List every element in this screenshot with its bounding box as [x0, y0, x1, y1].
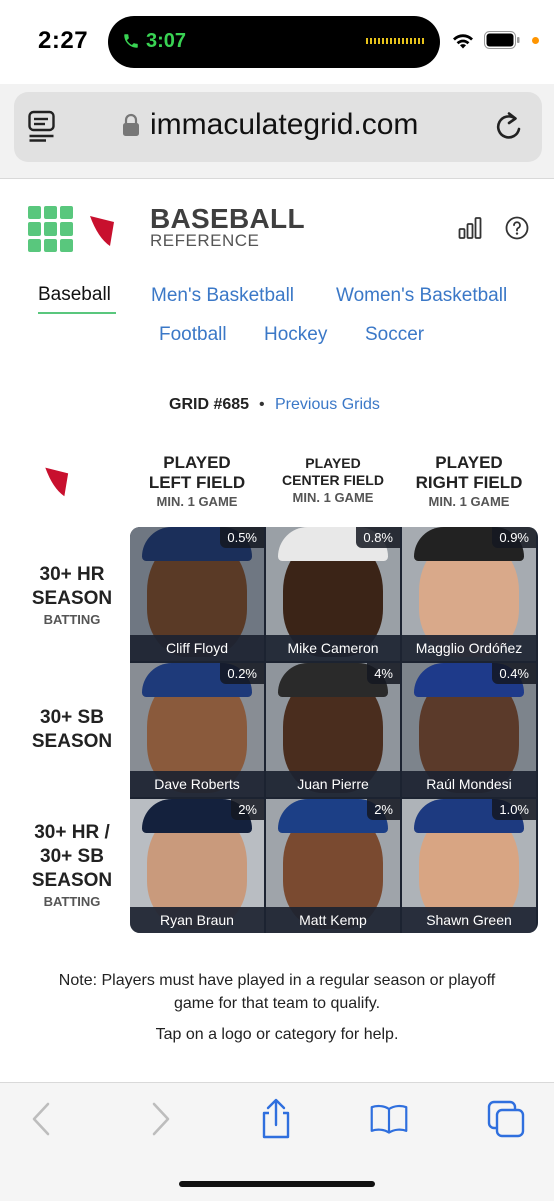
row-header-sub: BATTING	[43, 612, 101, 627]
player-name: Raúl Mondesi	[402, 771, 536, 797]
column-header-line2: CENTER FIELD	[282, 472, 384, 488]
row-header-line2: SEASON	[31, 588, 113, 609]
tabs-icon[interactable]	[486, 1098, 526, 1140]
player-name: Shawn Green	[402, 907, 536, 933]
tab-womens-basketball[interactable]: Women's Basketball	[336, 285, 507, 307]
row-header-line2: 30+ SB	[40, 846, 104, 867]
grid-cell[interactable]: 0.4% Raúl Mondesi	[402, 663, 536, 797]
grid-cell[interactable]: 0.8% Mike Cameron	[266, 527, 400, 661]
column-header-line2: LEFT FIELD	[148, 473, 246, 492]
share-icon[interactable]	[256, 1098, 296, 1140]
tab-mens-basketball[interactable]: Men's Basketball	[151, 285, 294, 307]
grid-logo-icon[interactable]	[28, 206, 74, 252]
column-header-min: MIN. 1 GAME	[428, 494, 510, 509]
rarity-percent: 2%	[231, 799, 264, 820]
wifi-icon	[453, 34, 473, 49]
tab-soccer[interactable]: Soccer	[365, 324, 424, 346]
grid-cell[interactable]: 2% Matt Kemp	[266, 799, 400, 933]
player-name: Juan Pierre	[266, 771, 400, 797]
rarity-percent: 1.0%	[492, 799, 536, 820]
logo-text-reference[interactable]: REFERENCE	[150, 232, 259, 250]
corner-logo-icon[interactable]	[42, 460, 100, 500]
column-header-min: MIN. 1 GAME	[156, 494, 238, 509]
player-name: Mike Cameron	[266, 635, 400, 661]
column-header-right-field[interactable]: PLAYED RIGHT FIELD MIN. 1 GAME	[401, 453, 537, 511]
separator-dot: •	[259, 396, 265, 413]
row-header-30-hr-30-sb[interactable]: 30+ HR / 30+ SB SEASON BATTING	[16, 821, 128, 911]
back-icon[interactable]	[22, 1098, 62, 1140]
row-header-line1: 30+ HR	[39, 564, 105, 585]
bookmarks-icon[interactable]	[369, 1098, 409, 1140]
grid-cell[interactable]: 2% Ryan Braun	[130, 799, 264, 933]
player-name: Ryan Braun	[130, 907, 264, 933]
column-header-line2: RIGHT FIELD	[415, 473, 523, 492]
rarity-percent: 0.8%	[356, 527, 400, 548]
rarity-percent: 0.9%	[492, 527, 536, 548]
column-header-line1: PLAYED	[163, 453, 231, 472]
rarity-percent: 2%	[367, 799, 400, 820]
qualify-note-line1: Note: Players must have played in a regu…	[58, 972, 496, 989]
immaculate-grid-board: 0.5% Cliff Floyd 0.8% Mike Cameron 0.9% …	[130, 527, 538, 933]
baseball-reference-logo-mark[interactable]	[88, 208, 146, 250]
help-icon[interactable]	[505, 216, 529, 240]
grid-number: GRID #685	[169, 396, 250, 413]
active-tab-underline	[38, 312, 116, 314]
column-header-min: MIN. 1 GAME	[292, 490, 374, 505]
home-indicator[interactable]	[179, 1181, 375, 1187]
player-name: Dave Roberts	[130, 771, 264, 797]
status-time: 2:27	[38, 27, 89, 54]
privacy-indicator-dot	[532, 37, 539, 44]
row-header-line1: 30+ SB	[40, 707, 104, 728]
grid-cell[interactable]: 0.9% Magglio Ordóñez	[402, 527, 536, 661]
grid-cell[interactable]: 1.0% Shawn Green	[402, 799, 536, 933]
phone-icon	[124, 34, 138, 48]
tab-football[interactable]: Football	[159, 324, 227, 346]
column-header-line1: PLAYED	[435, 453, 503, 472]
qualify-note-line2: game for that team to qualify.	[173, 995, 381, 1012]
grid-cell[interactable]: 4% Juan Pierre	[266, 663, 400, 797]
row-header-sub: BATTING	[43, 894, 101, 909]
row-header-line1: 30+ HR /	[34, 822, 110, 843]
rarity-percent: 0.4%	[492, 663, 536, 684]
column-header-line1: PLAYED	[305, 455, 361, 471]
column-header-center-field[interactable]: PLAYED CENTER FIELD MIN. 1 GAME	[265, 455, 401, 507]
url-text[interactable]: immaculategrid.com	[150, 108, 418, 142]
grid-cell[interactable]: 0.2% Dave Roberts	[130, 663, 264, 797]
row-header-30-sb[interactable]: 30+ SB SEASON	[16, 706, 128, 754]
row-header-line3: SEASON	[31, 870, 113, 891]
lock-icon	[123, 113, 139, 136]
call-indicator[interactable]: 3:07	[122, 30, 186, 52]
row-header-line2: SEASON	[31, 731, 113, 752]
player-name: Magglio Ordóñez	[402, 635, 536, 661]
row-header-30-hr[interactable]: 30+ HR SEASON BATTING	[16, 563, 128, 629]
reader-icon[interactable]	[28, 110, 56, 142]
battery-icon	[484, 31, 520, 49]
rarity-percent: 0.2%	[220, 663, 264, 684]
player-name: Cliff Floyd	[130, 635, 264, 661]
call-timer: 3:07	[146, 29, 187, 52]
qualify-note: Note: Players must have played in a regu…	[40, 969, 514, 1015]
forward-icon[interactable]	[140, 1098, 180, 1140]
previous-grids-link[interactable]: Previous Grids	[275, 396, 380, 414]
tab-hockey[interactable]: Hockey	[264, 324, 327, 346]
logo-text-baseball[interactable]: BASEBALL	[150, 205, 305, 233]
tab-baseball[interactable]: Baseball	[38, 284, 111, 306]
stats-icon[interactable]	[458, 216, 482, 240]
tap-help-note: Tap on a logo or category for help.	[155, 1026, 399, 1043]
reload-icon[interactable]	[494, 110, 524, 142]
grid-cell[interactable]: 0.5% Cliff Floyd	[130, 527, 264, 661]
column-header-left-field[interactable]: PLAYED LEFT FIELD MIN. 1 GAME	[130, 453, 264, 511]
rarity-percent: 4%	[367, 663, 400, 684]
rarity-percent: 0.5%	[220, 527, 264, 548]
audio-waveform-icon	[366, 38, 424, 44]
player-name: Matt Kemp	[266, 907, 400, 933]
